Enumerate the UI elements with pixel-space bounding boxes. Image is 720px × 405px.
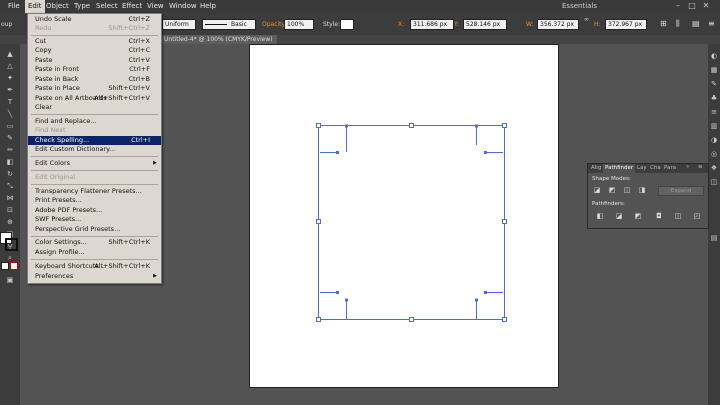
menu-item-paste[interactable]: Paste Ctrl+V bbox=[28, 56, 161, 65]
menu-separator bbox=[31, 184, 158, 185]
menu-item-cut[interactable]: Cut Ctrl+X bbox=[28, 37, 161, 46]
menu-item-paste-on-all-artboards[interactable]: Paste on All Artboards Alt+Shift+Ctrl+V bbox=[28, 94, 161, 103]
menu-item-paste-in-place[interactable]: Paste in Place Shift+Ctrl+V bbox=[28, 84, 161, 93]
merge-icon[interactable]: ◩ bbox=[634, 213, 642, 220]
menu-item-paste-in-front[interactable]: Paste in Front Ctrl+F bbox=[28, 65, 161, 74]
menu-item-paste-in-back[interactable]: Paste in Back Ctrl+B bbox=[28, 75, 161, 84]
minus-front-icon[interactable]: ◩ bbox=[608, 187, 616, 194]
anchor-point bbox=[336, 291, 339, 294]
menu-separator bbox=[31, 114, 158, 115]
menu-item-adobe-pdf-presets[interactable]: Adobe PDF Presets... bbox=[28, 206, 161, 215]
menu-item-copy[interactable]: Copy Ctrl+C bbox=[28, 46, 161, 55]
menu-item-find-next[interactable]: Find Next bbox=[28, 126, 161, 135]
unite-icon[interactable]: ◪ bbox=[593, 187, 601, 194]
expand-button[interactable]: Expand bbox=[658, 186, 704, 196]
menu-item-undo-scale[interactable]: Undo Scale Ctrl+Z bbox=[28, 15, 161, 24]
shape-modes-label: Shape Modes: bbox=[592, 176, 631, 182]
handle-mr bbox=[502, 219, 507, 224]
handle-tr bbox=[502, 123, 507, 128]
anchor-point bbox=[484, 291, 487, 294]
submenu-arrow-icon: ▶ bbox=[153, 273, 157, 279]
menu-item-assign-profile[interactable]: Assign Profile... bbox=[28, 248, 161, 257]
menu-item-check-spelling[interactable]: Check Spelling... Ctrl+I bbox=[28, 136, 161, 145]
menu-item-transparency-flattener-presets[interactable]: Transparency Flattener Presets... bbox=[28, 187, 161, 196]
handle-br bbox=[502, 317, 507, 322]
menu-separator bbox=[31, 236, 158, 237]
handle-tl bbox=[316, 123, 321, 128]
submenu-arrow-icon: ▶ bbox=[153, 160, 157, 166]
menu-item-preferences[interactable]: Preferences ▶ bbox=[28, 272, 161, 281]
pathfinders-label: Pathfinders: bbox=[592, 201, 625, 207]
anchor-point bbox=[484, 151, 487, 154]
menu-item-keyboard-shortcuts[interactable]: Keyboard Shortcuts... Alt+Shift+Ctrl+K bbox=[28, 262, 161, 271]
anchor-point bbox=[475, 124, 478, 128]
pathfinder-panel: Alig Pathfinder Lay Cha Para » ≡ Shape M… bbox=[587, 163, 709, 229]
exclude-icon[interactable]: ◨ bbox=[638, 187, 646, 194]
anchor-point bbox=[475, 298, 478, 302]
handle-tc bbox=[409, 123, 414, 128]
tab-paragraph[interactable]: Para bbox=[664, 165, 676, 171]
menu-separator bbox=[31, 170, 158, 171]
menu-item-redo[interactable]: Redo Shift+Ctrl+Z bbox=[28, 24, 161, 33]
menu-item-edit-original[interactable]: Edit Original bbox=[28, 173, 161, 182]
anchor-point bbox=[345, 298, 348, 302]
handle-ml bbox=[316, 219, 321, 224]
selection-bounding-box bbox=[318, 125, 505, 320]
collapse-icon[interactable]: » bbox=[686, 164, 689, 170]
tab-align[interactable]: Alig bbox=[591, 165, 601, 171]
menu-item-edit-colors[interactable]: Edit Colors ▶ bbox=[28, 159, 161, 168]
menu-item-print-presets[interactable]: Print Presets... bbox=[28, 196, 161, 205]
tab-layers[interactable]: Lay bbox=[637, 165, 647, 171]
handle-bl bbox=[316, 317, 321, 322]
menu-separator bbox=[31, 156, 158, 157]
tab-character[interactable]: Cha bbox=[650, 165, 661, 171]
tab-pathfinder[interactable]: Pathfinder bbox=[603, 164, 636, 173]
anchor-point bbox=[345, 124, 348, 128]
menu-item-clear[interactable]: Clear bbox=[28, 103, 161, 112]
outline-icon[interactable]: ◫ bbox=[674, 213, 682, 220]
panel-menu-icon[interactable]: ≡ bbox=[698, 164, 703, 170]
divide-icon[interactable]: ◧ bbox=[596, 213, 604, 220]
menu-item-find-and-replace[interactable]: Find and Replace... bbox=[28, 117, 161, 126]
edit-menu: Undo Scale Ctrl+Z Redo Shift+Ctrl+Z Cut Ctr… bbox=[27, 13, 162, 284]
intersect-icon[interactable]: ◫ bbox=[623, 187, 631, 194]
handle-bc bbox=[409, 317, 414, 322]
menu-separator bbox=[31, 35, 158, 36]
menu-item-edit-custom-dictionary[interactable]: Edit Custom Dictionary... bbox=[28, 145, 161, 154]
minus-back-icon[interactable]: ◰ bbox=[693, 213, 701, 220]
menu-item-swf-presets[interactable]: SWF Presets... bbox=[28, 215, 161, 224]
menu-item-color-settings[interactable]: Color Settings... Shift+Ctrl+K bbox=[28, 238, 161, 247]
menu-item-perspective-grid-presets[interactable]: Perspective Grid Presets... bbox=[28, 225, 161, 234]
crop-icon[interactable]: ◘ bbox=[655, 213, 663, 220]
panel-tabs: Alig Pathfinder Lay Cha Para » ≡ bbox=[588, 164, 708, 173]
menu-separator bbox=[31, 259, 158, 260]
trim-icon[interactable]: ◪ bbox=[615, 213, 623, 220]
anchor-point bbox=[336, 151, 339, 154]
